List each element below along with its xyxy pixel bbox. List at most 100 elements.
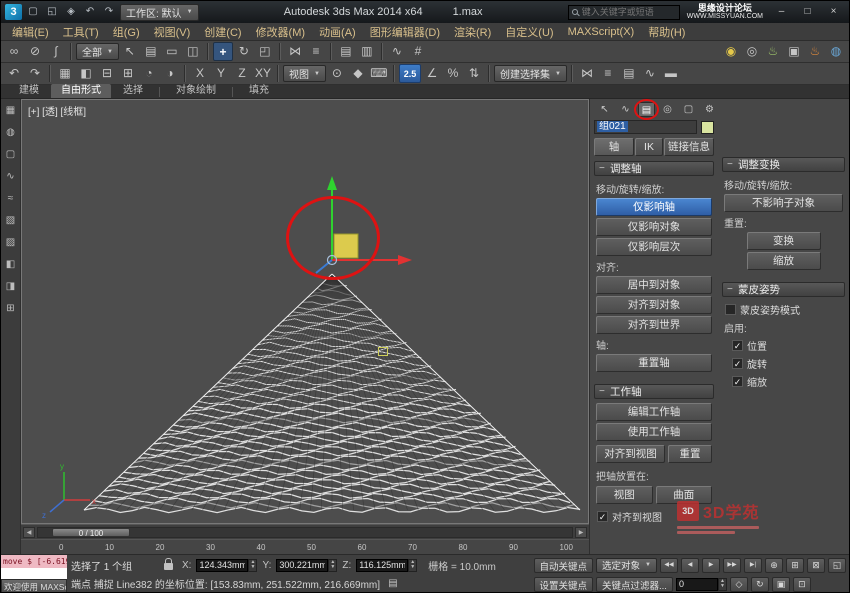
window-crossing-icon[interactable]: ◫ [183, 42, 203, 61]
named-selection-sets-dropdown[interactable]: 创建选择集 [494, 65, 567, 82]
left-toolbar-icon[interactable]: ▧ [3, 214, 18, 228]
axis-y-constraint-icon[interactable]: Y [211, 64, 231, 83]
zoom-all-icon[interactable]: ⊞ [786, 558, 804, 573]
percent-snap-icon[interactable]: % [443, 64, 463, 83]
x-coordinate-field[interactable] [196, 559, 257, 572]
time-tag-icon[interactable]: ▤ [385, 576, 401, 591]
tab-freeform[interactable]: 自由形式 [51, 84, 111, 98]
place-view-button[interactable]: 视图 [596, 486, 653, 504]
angle-snap-icon[interactable]: ∠ [422, 64, 442, 83]
selected-object-dropdown[interactable]: 选定对象 [596, 558, 657, 573]
reference-coordinate-dropdown[interactable]: 视图 [283, 65, 326, 82]
listener-input-line[interactable] [1, 568, 67, 579]
rollout-header-skin-pose[interactable]: 蒙皮姿势 [722, 282, 845, 297]
zoom-icon[interactable]: ⊕ [765, 558, 783, 573]
maximize-button[interactable]: □ [796, 4, 819, 20]
left-toolbar-icon[interactable]: ≈ [3, 192, 18, 206]
minimize-button[interactable]: – [770, 4, 793, 20]
schematic-view-icon[interactable]: # [408, 42, 428, 61]
ik-subtab[interactable]: IK [635, 138, 663, 156]
align-to-object-button[interactable]: 对齐到对象 [596, 296, 712, 314]
menu-rendering[interactable]: 渲染(R) [447, 24, 498, 40]
previous-frame-button[interactable]: ◀ [681, 558, 699, 573]
tab-populate[interactable]: 填充 [239, 84, 279, 98]
misc-tool-icon[interactable]: ◔ [139, 64, 159, 83]
graph-editor-icon[interactable]: ∿ [640, 64, 660, 83]
edit-working-pivot-button[interactable]: 编辑工作轴 [596, 403, 712, 421]
object-color-swatch[interactable] [701, 121, 714, 134]
unlink-icon[interactable]: ⊘ [25, 42, 45, 61]
menu-graph-editors[interactable]: 图形编辑器(D) [363, 24, 447, 40]
3dsmax-logo[interactable]: 3 [5, 4, 22, 20]
search-input[interactable] [582, 7, 676, 17]
field-of-view-icon[interactable]: ◱ [828, 558, 846, 573]
z-coordinate-input[interactable] [356, 559, 408, 572]
redo-icon[interactable]: ↷ [101, 4, 117, 20]
mirror-icon[interactable]: ⋈ [285, 42, 305, 61]
undo-scene-icon[interactable]: ↶ [4, 64, 24, 83]
left-toolbar-icon[interactable]: ◧ [3, 258, 18, 272]
pivot-subtab[interactable]: 轴 [594, 138, 634, 156]
auto-key-button[interactable]: 自动关键点 [534, 558, 594, 573]
menu-group[interactable]: 组(G) [106, 24, 147, 40]
checkbox-checked-icon[interactable] [597, 511, 608, 522]
misc-tool-icon[interactable]: ▦ [55, 64, 75, 83]
misc-tool-icon[interactable]: ⊟ [97, 64, 117, 83]
render-preview-icon[interactable]: ◍ [826, 42, 846, 61]
save-file-icon[interactable]: ◈ [63, 4, 79, 20]
select-link-icon[interactable]: ∞ [4, 42, 24, 61]
affect-pivot-only-button[interactable]: 仅影响轴 [596, 198, 712, 216]
misc-tool-icon[interactable]: ◧ [76, 64, 96, 83]
affect-object-only-button[interactable]: 仅影响对象 [596, 218, 712, 236]
time-back-button[interactable] [23, 527, 35, 538]
layers-icon[interactable]: ▤ [619, 64, 639, 83]
left-toolbar-icon[interactable]: ▨ [3, 236, 18, 250]
new-file-icon[interactable]: ▢ [25, 4, 41, 20]
time-slider-handle[interactable]: 0 / 100 [52, 528, 130, 537]
mirror-tool-icon[interactable]: ⋈ [577, 64, 597, 83]
select-object-icon[interactable]: ↖ [120, 42, 140, 61]
tab-create[interactable]: ↖ [596, 102, 613, 117]
welcome-button[interactable]: 欢迎使用 MAXSc [1, 579, 67, 593]
close-button[interactable]: × [822, 4, 845, 20]
dont-affect-children-button[interactable]: 不影响子对象 [724, 194, 843, 212]
enable-scale-row[interactable]: 缩放 [732, 374, 842, 389]
next-frame-button[interactable]: ▶▶ [723, 558, 741, 573]
center-to-object-button[interactable]: 居中到对象 [596, 276, 712, 294]
reset-pivot-button[interactable]: 重置轴 [596, 354, 712, 372]
x-coordinate-input[interactable] [196, 559, 248, 572]
left-toolbar-icon[interactable]: ◍ [3, 126, 18, 140]
viewport-label[interactable]: [+] [透] [线框] [28, 103, 86, 118]
menu-modifiers[interactable]: 修改器(M) [249, 24, 313, 40]
checkbox-checked-icon[interactable] [732, 376, 743, 387]
select-by-name-icon[interactable]: ▤ [141, 42, 161, 61]
misc-tool-icon[interactable]: ⊞ [118, 64, 138, 83]
move-gizmo[interactable] [316, 176, 412, 273]
redo-scene-icon[interactable]: ↷ [25, 64, 45, 83]
key-filters-button[interactable]: 关键点过滤器... [596, 577, 673, 592]
workspace-dropdown[interactable]: 工作区: 默认 [120, 4, 199, 21]
checkbox-checked-icon[interactable] [732, 340, 743, 351]
tab-selection[interactable]: 选择 [113, 84, 153, 98]
rollout-header-working-pivot[interactable]: 工作轴 [594, 384, 714, 399]
spinner-snap-icon[interactable]: ⇅ [464, 64, 484, 83]
menu-help[interactable]: 帮助(H) [641, 24, 692, 40]
reset-transform-button[interactable]: 变换 [747, 232, 821, 250]
axis-xy-constraint-icon[interactable]: XY [253, 64, 273, 83]
align-to-world-button[interactable]: 对齐到世界 [596, 316, 712, 334]
x-spinner[interactable] [248, 559, 257, 572]
current-frame-input[interactable] [676, 578, 718, 591]
play-button[interactable]: ▶ [702, 558, 720, 573]
left-toolbar-icon[interactable]: ◨ [3, 280, 18, 294]
y-spinner[interactable] [328, 559, 337, 572]
checkbox-unchecked-icon[interactable] [725, 304, 736, 315]
use-pivot-center-icon[interactable]: ⊙ [327, 64, 347, 83]
bind-spacewarp-icon[interactable]: ∫ [46, 42, 66, 61]
menu-customize[interactable]: 自定义(U) [498, 24, 560, 40]
render-production-icon[interactable]: ♨ [805, 42, 825, 61]
rollout-header-adjust-transform[interactable]: 调整变换 [722, 157, 845, 172]
menu-animation[interactable]: 动画(A) [312, 24, 363, 40]
reset-working-pivot-button[interactable]: 重置 [668, 445, 712, 463]
selection-lock-icon[interactable] [164, 563, 173, 570]
rollout-header-adjust-pivot[interactable]: 调整轴 [594, 161, 714, 176]
